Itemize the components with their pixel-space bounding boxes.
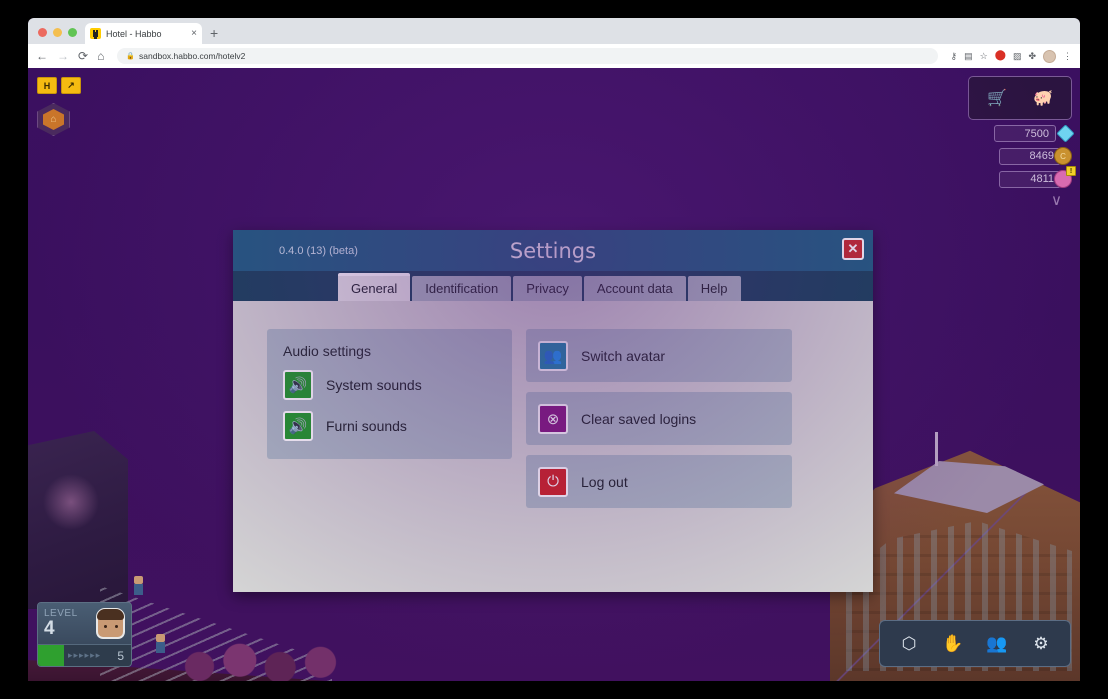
purse-box: 🛒 🐖: [968, 76, 1072, 120]
image-icon[interactable]: ▨: [1013, 51, 1022, 61]
system-sounds-label: System sounds: [326, 377, 422, 393]
close-window-dot[interactable]: [38, 28, 47, 37]
window-traffic-lights[interactable]: [34, 28, 85, 44]
speaker-on-icon: 🔊: [283, 411, 313, 441]
switch-avatar-button[interactable]: 👥 Switch avatar: [526, 329, 792, 382]
switch-avatar-label: Switch avatar: [581, 347, 666, 364]
currency-credits[interactable]: 8469 C: [999, 147, 1072, 165]
habbo-favicon: [90, 28, 101, 39]
clear-saved-logins-button[interactable]: ⊗ Clear saved logins: [526, 392, 792, 445]
level-widget-top: LEVEL 4: [38, 603, 131, 644]
level-progress-fill: [38, 645, 64, 666]
furni-sounds-toggle[interactable]: 🔊 Furni sounds: [283, 411, 496, 441]
level-value: 4: [44, 617, 55, 639]
new-tab-button[interactable]: +: [210, 26, 218, 40]
tab-close-icon[interactable]: ×: [191, 28, 197, 39]
next-level-value: 5: [117, 648, 124, 663]
close-icon[interactable]: ✕: [842, 238, 864, 260]
tab-account-data[interactable]: Account data: [583, 276, 686, 301]
switch-avatar-icon: 👥: [538, 340, 568, 371]
home-room-button[interactable]: ⌂: [37, 103, 70, 136]
puzzle-extension-icon[interactable]: ✤: [1028, 51, 1036, 61]
duckets-value: 4811: [999, 170, 1061, 188]
scenery-hotel-antenna: [935, 432, 938, 466]
browser-tab[interactable]: Hotel - Habbo ×: [85, 23, 202, 44]
navigator-icon[interactable]: ⬡: [890, 627, 928, 660]
password-key-icon[interactable]: ⚷: [951, 51, 958, 61]
home-icon: ⌂: [43, 109, 64, 130]
reload-icon[interactable]: ⟳: [78, 50, 88, 62]
credit-coin-icon: C: [1054, 147, 1072, 165]
currency-duckets[interactable]: 4811 !: [999, 166, 1076, 188]
fullscreen-button[interactable]: ↗: [61, 77, 81, 94]
extension-red-icon[interactable]: ⬤: [995, 51, 1006, 61]
browser-address-bar: ← → ⟳ ⌂ 🔒 sandbox.habbo.com/hotelv2 ⚷ ▤ …: [28, 44, 1080, 68]
speaker-on-icon: 🔊: [283, 370, 313, 400]
credits-value: 8469: [999, 147, 1061, 165]
account-actions-panel: 👥 Switch avatar ⊗ Clear saved logins ⏻ L…: [526, 329, 792, 508]
inventory-hand-icon[interactable]: ✋: [934, 627, 972, 660]
minimize-window-dot[interactable]: [53, 28, 62, 37]
diamonds-value: 7500: [994, 125, 1056, 142]
level-progress-arrows: ▸▸▸▸▸▸: [68, 650, 102, 660]
settings-body: Audio settings 🔊 System sounds 🔊 Furni s…: [233, 301, 873, 592]
scenery-avatar: [134, 576, 143, 595]
address-input[interactable]: 🔒 sandbox.habbo.com/hotelv2: [117, 48, 938, 64]
scenery-bushes: [176, 629, 344, 681]
diamond-icon: [1056, 124, 1075, 143]
address-url-text: sandbox.habbo.com/hotelv2: [139, 51, 246, 61]
log-out-label: Log out: [581, 473, 628, 490]
habbo-logo-button[interactable]: H: [37, 77, 57, 94]
split-screen-icon[interactable]: ▤: [964, 51, 973, 61]
chevron-down-icon[interactable]: ∨: [1051, 193, 1062, 208]
quickbar: H ↗: [37, 77, 81, 94]
browser-actions: ⚷ ▤ ☆ ⬤ ▨ ✤ ⋮: [951, 49, 1072, 63]
clear-saved-logins-label: Clear saved logins: [581, 410, 697, 427]
warning-badge-icon: !: [1066, 166, 1076, 176]
clear-logins-icon: ⊗: [538, 403, 568, 434]
version-label: 0.4.0 (13) (beta): [279, 244, 358, 257]
lock-icon: 🔒: [126, 53, 136, 60]
tab-identification[interactable]: Identification: [412, 276, 512, 301]
settings-dialog: 0.4.0 (13) (beta) Settings ✕ General Ide…: [233, 230, 873, 592]
settings-tabstrip: General Identification Privacy Account d…: [233, 271, 873, 301]
settings-header[interactable]: 0.4.0 (13) (beta) Settings ✕: [233, 230, 873, 271]
audio-settings-panel: Audio settings 🔊 System sounds 🔊 Furni s…: [267, 329, 512, 459]
shop-cart-icon[interactable]: 🛒: [977, 83, 1017, 113]
currency-diamonds[interactable]: 7500: [994, 124, 1075, 143]
avatar[interactable]: [96, 608, 125, 639]
browser-window: Hotel - Habbo × + ← → ⟳ ⌂ 🔒 sandbox.habb…: [28, 18, 1080, 681]
browser-menu-icon[interactable]: ⋮: [1063, 51, 1072, 61]
browser-tab-title: Hotel - Habbo: [106, 28, 162, 39]
level-text-block: LEVEL 4: [44, 608, 92, 639]
profile-avatar[interactable]: [1043, 49, 1056, 63]
level-progress-bar: ▸▸▸▸▸▸ 5: [38, 644, 131, 666]
power-off-icon: ⏻: [538, 466, 568, 497]
scenery-avatar: [156, 634, 165, 653]
bookmark-star-icon[interactable]: ☆: [980, 51, 988, 61]
system-sounds-toggle[interactable]: 🔊 System sounds: [283, 370, 496, 400]
hud-top-right: 🛒 🐖 7500 8469 C 4811 ! ∨: [968, 76, 1076, 208]
tab-help[interactable]: Help: [687, 276, 741, 301]
forward-icon[interactable]: →: [57, 50, 69, 62]
browser-tab-strip: Hotel - Habbo × +: [28, 18, 1080, 44]
scenery-left-window-glow: [42, 473, 100, 531]
maximize-window-dot[interactable]: [68, 28, 77, 37]
level-widget[interactable]: LEVEL 4 ▸▸▸▸▸▸ 5: [37, 602, 132, 667]
log-out-button[interactable]: ⏻ Log out: [526, 455, 792, 508]
settings-gears-icon[interactable]: ⚙: [1022, 627, 1060, 660]
piggybank-icon[interactable]: 🐖: [1023, 83, 1063, 113]
bottom-toolbar: ⬡ ✋ 👥 ⚙: [879, 620, 1071, 667]
audio-settings-title: Audio settings: [283, 343, 371, 359]
home-icon[interactable]: ⌂: [97, 50, 104, 62]
friends-icon[interactable]: 👥: [978, 627, 1016, 660]
tab-general[interactable]: General: [338, 273, 411, 301]
back-icon[interactable]: ←: [36, 50, 48, 62]
ducket-icon: !: [1054, 166, 1076, 188]
habbo-game-viewport: H ↗ ⌂ 🛒 🐖 7500 8469 C 4811 ! ∨ LEVEL 4 ▸…: [28, 68, 1080, 681]
tab-privacy[interactable]: Privacy: [513, 276, 582, 301]
hud-top-left: H ↗ ⌂: [37, 77, 81, 136]
furni-sounds-label: Furni sounds: [326, 418, 407, 434]
